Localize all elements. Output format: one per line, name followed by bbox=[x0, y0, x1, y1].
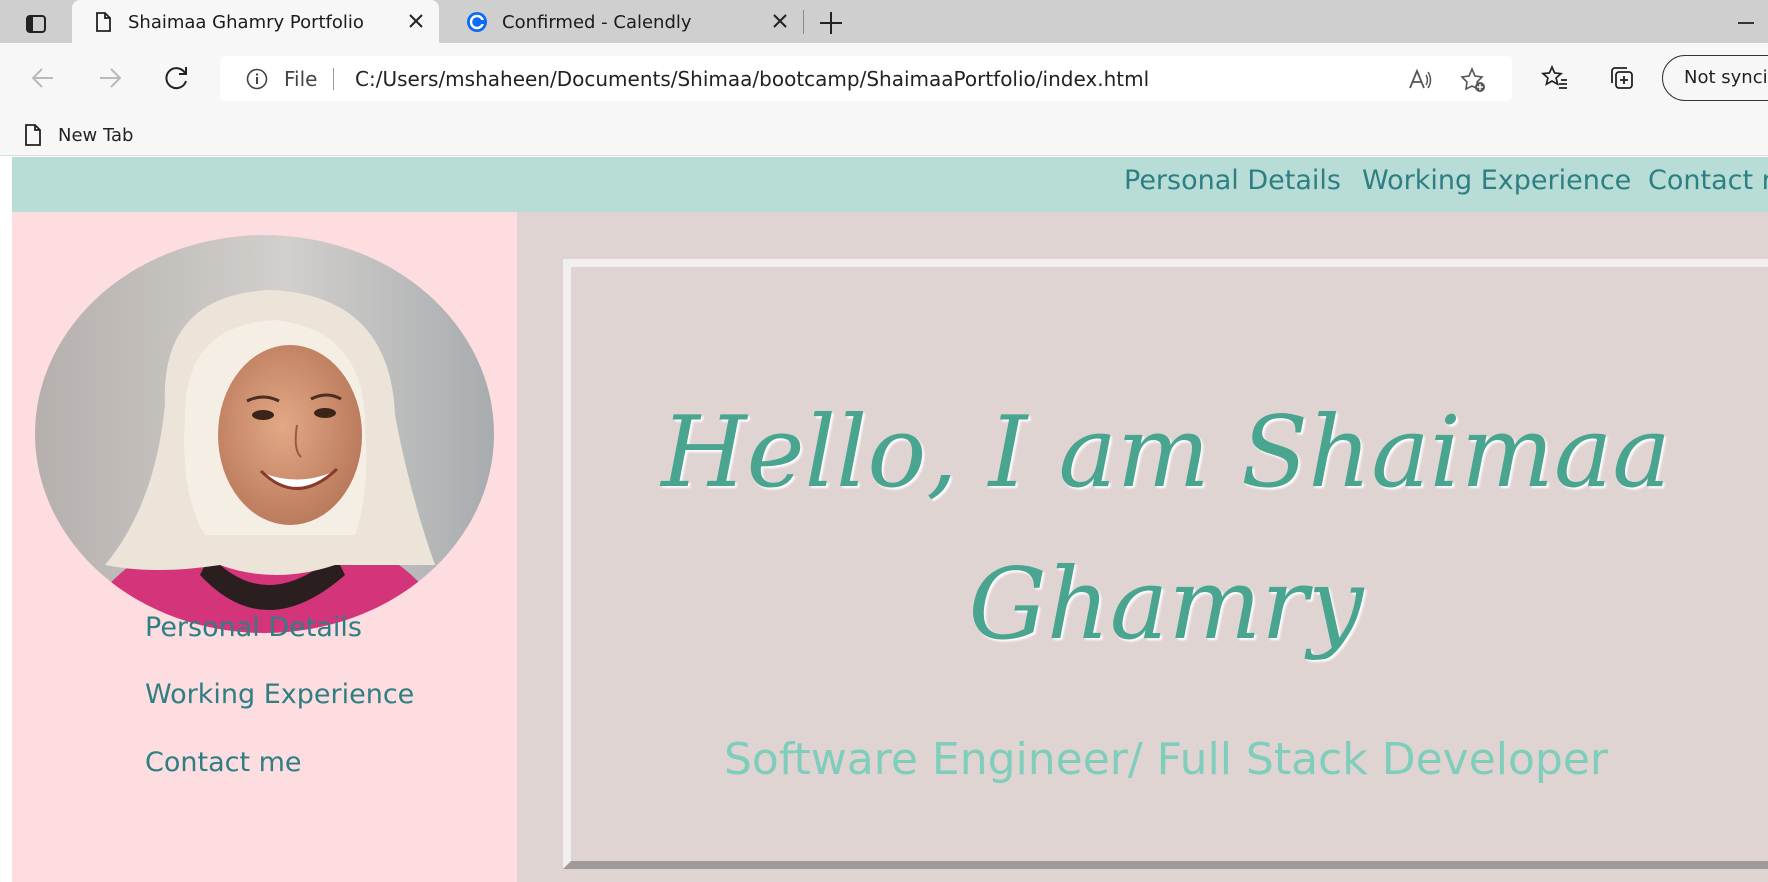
profile-portrait-illustration bbox=[35, 235, 494, 633]
new-tab-icon[interactable] bbox=[818, 10, 844, 36]
info-icon[interactable] bbox=[246, 68, 268, 90]
top-navigation: Personal Details Working Experience Cont… bbox=[12, 157, 1768, 212]
web-page: Personal Details Working Experience Cont… bbox=[0, 157, 1768, 882]
main-content: Hello, I am Shaimaa Ghamry Software Engi… bbox=[517, 212, 1768, 882]
forward-button[interactable] bbox=[94, 62, 126, 94]
collections-icon[interactable] bbox=[1608, 64, 1636, 92]
side-nav-personal-details[interactable]: Personal Details bbox=[145, 612, 362, 643]
refresh-icon bbox=[165, 67, 187, 90]
sidebar: Personal Details Working Experience Cont… bbox=[12, 212, 517, 882]
close-tab-icon[interactable] bbox=[769, 10, 791, 32]
refresh-button[interactable] bbox=[161, 62, 193, 94]
top-nav-working-experience[interactable]: Working Experience bbox=[1362, 165, 1631, 196]
tab-strip: Shaimaa Ghamry Portfolio Confirmed - Cal… bbox=[0, 0, 1768, 43]
hero-panel: Hello, I am Shaimaa Ghamry Software Engi… bbox=[563, 259, 1768, 869]
back-button[interactable] bbox=[27, 62, 59, 94]
tab-actions-icon bbox=[26, 15, 46, 33]
tab-calendly[interactable]: Confirmed - Calendly bbox=[446, 0, 803, 43]
top-nav-personal-details[interactable]: Personal Details bbox=[1124, 165, 1341, 196]
tab-title: Confirmed - Calendly bbox=[502, 12, 692, 33]
hero-title: Hello, I am Shaimaa Ghamry bbox=[661, 396, 1671, 662]
minimize-icon[interactable] bbox=[1738, 22, 1754, 24]
forward-arrow-icon bbox=[100, 68, 122, 88]
back-arrow-icon bbox=[31, 68, 53, 88]
favorites-icon[interactable] bbox=[1541, 64, 1569, 92]
side-nav-working-experience[interactable]: Working Experience bbox=[145, 679, 414, 710]
side-nav-contact-me[interactable]: Contact me bbox=[145, 747, 302, 778]
read-aloud-icon[interactable] bbox=[1407, 67, 1433, 93]
favorites-bar: New Tab bbox=[0, 114, 1768, 156]
hero-subtitle: Software Engineer/ Full Stack Developer bbox=[723, 734, 1609, 785]
tab-separator bbox=[803, 10, 804, 34]
url-text[interactable]: C:/Users/mshaheen/Documents/Shimaa/bootc… bbox=[355, 67, 1149, 91]
profile-photo bbox=[35, 235, 494, 633]
address-bar[interactable]: File C:/Users/mshaheen/Documents/Shimaa/… bbox=[220, 56, 1512, 101]
calendly-icon bbox=[467, 12, 487, 32]
favorite-label: New Tab bbox=[58, 124, 134, 146]
favorite-new-tab[interactable]: New Tab bbox=[22, 121, 133, 149]
add-favorite-icon[interactable] bbox=[1460, 67, 1486, 93]
page-icon bbox=[25, 124, 41, 146]
scheme-label: File bbox=[284, 67, 318, 91]
tab-title: Shaimaa Ghamry Portfolio bbox=[128, 12, 364, 33]
address-divider bbox=[333, 68, 334, 90]
tab-portfolio[interactable]: Shaimaa Ghamry Portfolio bbox=[72, 0, 439, 43]
close-tab-icon[interactable] bbox=[405, 10, 427, 32]
page-icon bbox=[96, 12, 111, 32]
top-nav-contact-me[interactable]: Contact me bbox=[1648, 165, 1768, 196]
browser-toolbar: File C:/Users/mshaheen/Documents/Shimaa/… bbox=[0, 43, 1768, 114]
profile-sync-button[interactable]: Not syncing bbox=[1662, 55, 1768, 101]
tab-actions-button[interactable] bbox=[14, 9, 58, 39]
